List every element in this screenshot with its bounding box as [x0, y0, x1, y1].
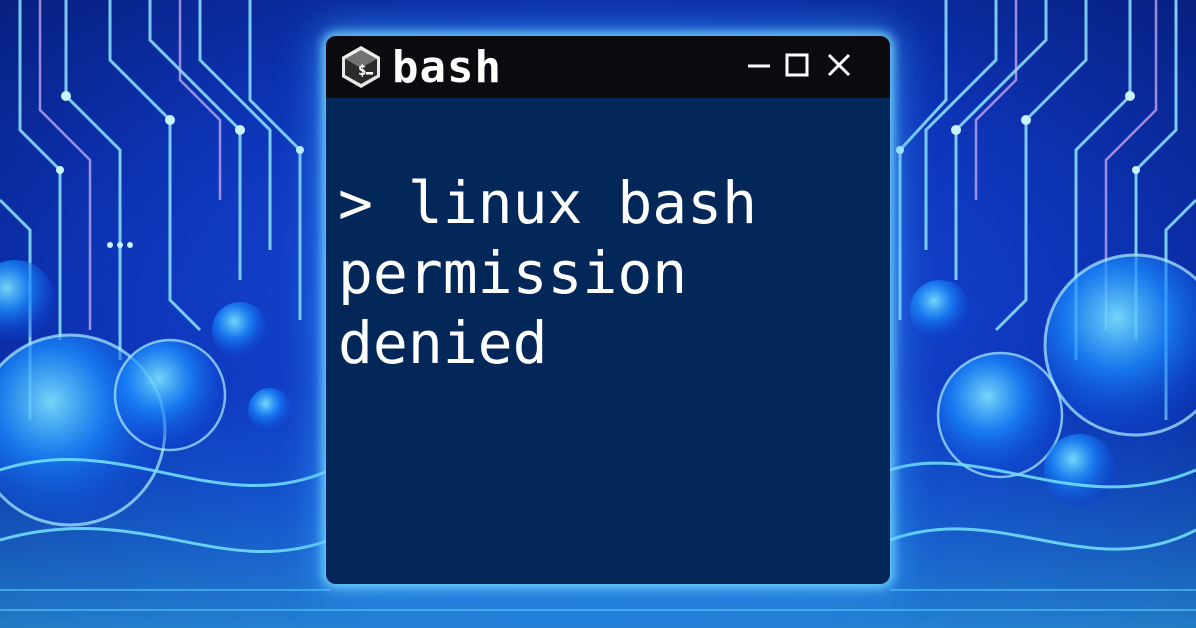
terminal-body[interactable]: > linux bash permission denied — [326, 98, 890, 584]
svg-text:$: $ — [358, 63, 366, 79]
minimize-icon[interactable] — [744, 50, 774, 80]
window-title: bash — [392, 42, 502, 93]
close-icon[interactable] — [824, 50, 854, 80]
terminal-output: > linux bash permission denied — [338, 169, 792, 377]
maximize-icon[interactable] — [782, 50, 812, 80]
terminal-window: $ bash > linux bash permission denied — [326, 36, 890, 584]
terminal-icon: $ — [342, 46, 380, 88]
scene: $ bash > linux bash permission denied — [0, 0, 1196, 628]
title-bar[interactable]: $ bash — [326, 36, 890, 98]
